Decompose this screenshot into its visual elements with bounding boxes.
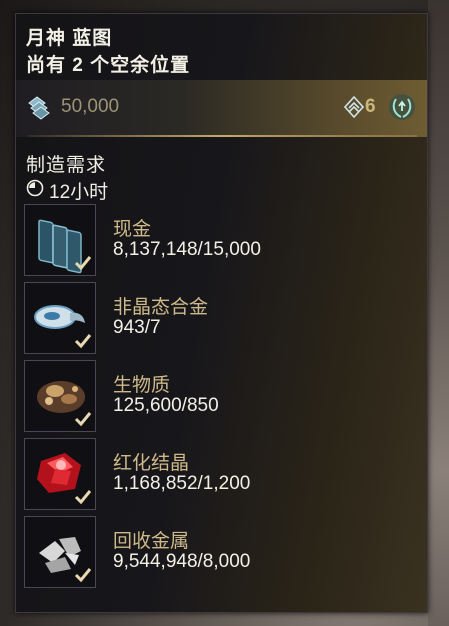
blueprint-tooltip-panel: 月神 蓝图 尚有 2 个空余位置 50,000 6 制造需求 12小时 现金 8… (15, 13, 428, 613)
background (428, 0, 449, 626)
credits-icon (28, 96, 50, 120)
item-thumbnail (24, 516, 96, 588)
tooltip-header: 月神 蓝图 尚有 2 个空余位置 (16, 14, 427, 80)
laurel-icon (389, 94, 415, 120)
item-count: 9,544,948/8,000 (113, 551, 251, 572)
free-slots-text: 尚有 2 个空余位置 (26, 55, 191, 76)
mastery-rank-icon (344, 96, 364, 118)
check-icon (74, 568, 92, 583)
item-thumbnail (24, 204, 96, 276)
check-icon (74, 490, 92, 505)
item-name: 回收金属 (113, 531, 190, 552)
item-count: 125,600/850 (113, 395, 219, 416)
item-name: 非晶态合金 (113, 297, 209, 318)
cost-bar: 50,000 6 (16, 80, 427, 137)
item-thumbnail (24, 282, 96, 354)
mastery-rank-value: 6 (365, 96, 376, 117)
item-name: 现金 (113, 219, 152, 240)
item-count: 1,168,852/1,200 (113, 473, 251, 494)
check-icon (74, 256, 92, 271)
build-time: 12小时 (49, 182, 109, 203)
item-name: 生物质 (113, 375, 171, 396)
item-thumbnail (24, 438, 96, 510)
cost-divider (28, 135, 417, 137)
clock-icon (26, 179, 44, 197)
check-icon (74, 412, 92, 427)
requirement-item-biomass[interactable]: 生物质 125,600/850 (16, 358, 427, 434)
blueprint-title: 月神 蓝图 (26, 28, 113, 49)
check-icon (74, 334, 92, 349)
requirement-item-credits[interactable]: 现金 8,137,148/15,000 (16, 202, 427, 278)
item-count: 8,137,148/15,000 (113, 239, 261, 260)
requirement-item-alloy[interactable]: 非晶态合金 943/7 (16, 280, 427, 356)
requirement-item-salvage[interactable]: 回收金属 9,544,948/8,000 (16, 514, 427, 590)
requirement-item-crystal[interactable]: 红化结晶 1,168,852/1,200 (16, 436, 427, 512)
credits-cost: 50,000 (61, 96, 120, 117)
item-thumbnail (24, 360, 96, 432)
requirements-title: 制造需求 (26, 155, 107, 176)
item-count: 943/7 (113, 317, 161, 338)
item-name: 红化结晶 (113, 453, 190, 474)
